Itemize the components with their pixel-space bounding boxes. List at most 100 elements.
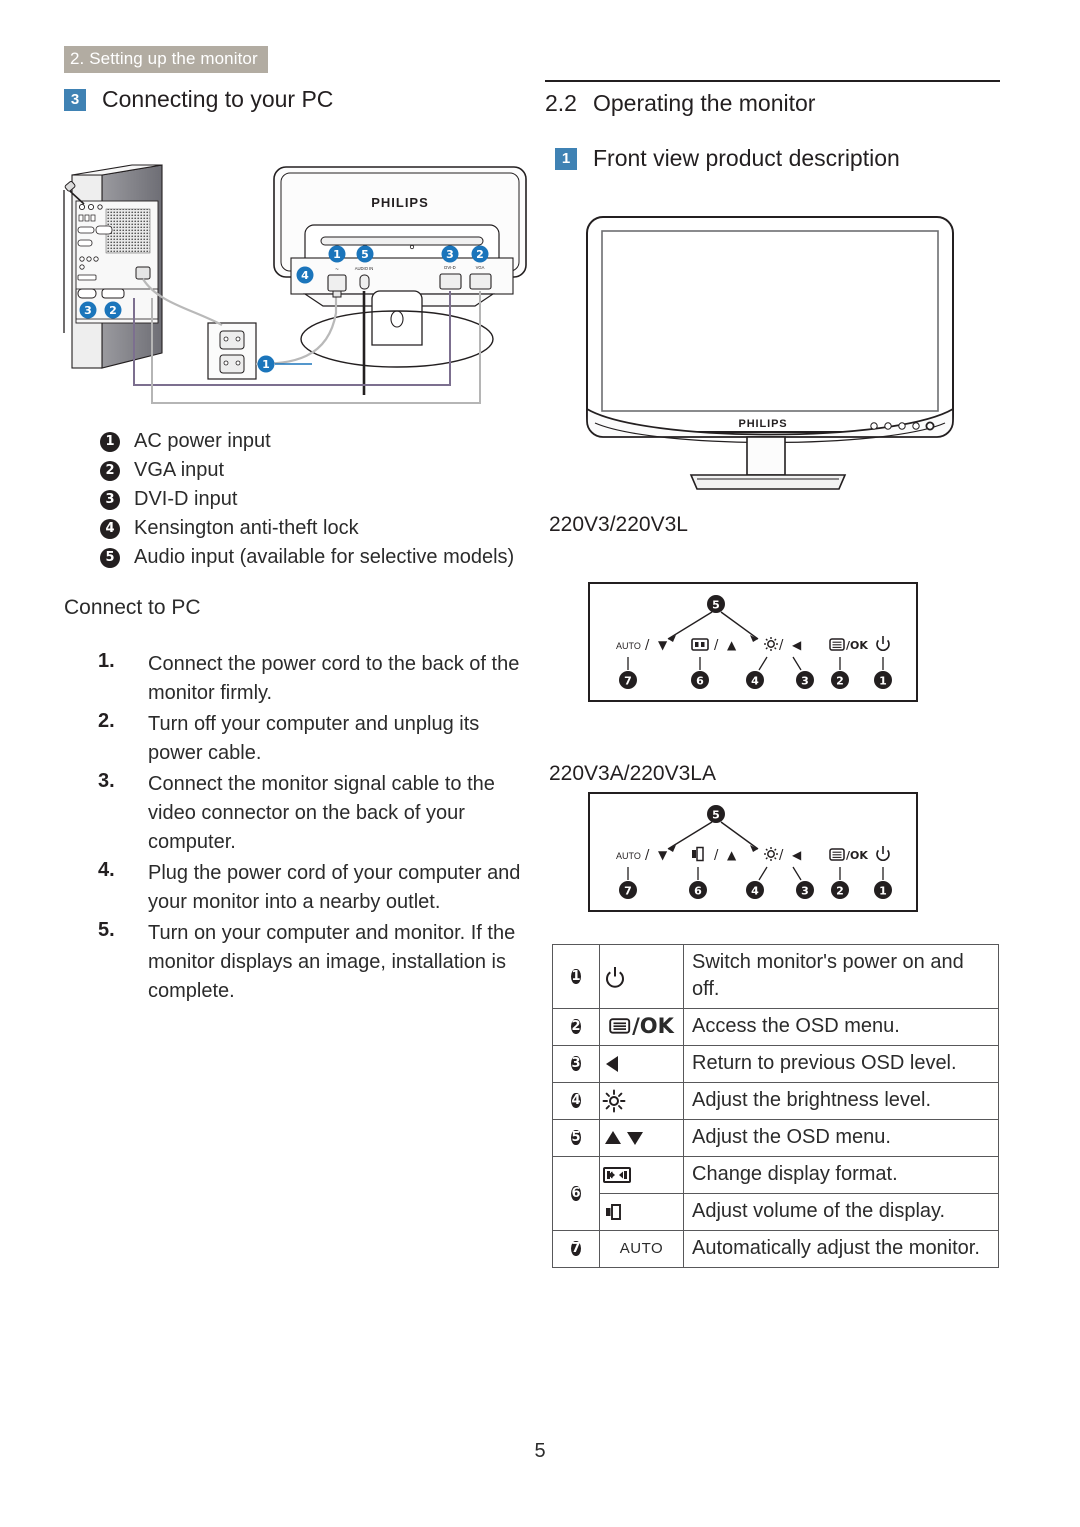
control-panel-diagram-2: 5 AUTO / ▼ / ▲ / ◀ /OK 7 6 4 3 2 1 bbox=[588, 792, 918, 912]
callout-dot: 6 bbox=[571, 1185, 581, 1201]
svg-text:/OK: /OK bbox=[846, 639, 868, 652]
callout-dot: 2 bbox=[571, 1019, 581, 1034]
table-row: 3 Return to previous OSD level. bbox=[552, 1045, 999, 1083]
svg-text:3: 3 bbox=[446, 248, 454, 261]
svg-text:DVI-D: DVI-D bbox=[444, 265, 455, 270]
svg-text:5: 5 bbox=[712, 809, 720, 822]
osd-menu-icon bbox=[609, 1018, 631, 1034]
svg-text:▲: ▲ bbox=[727, 638, 737, 652]
volume-icon bbox=[606, 1204, 621, 1220]
row-icon-cell: /OK bbox=[599, 1008, 684, 1046]
callout-dot-2: 2 bbox=[100, 460, 120, 481]
subsection-badge-1: 1 bbox=[555, 147, 577, 170]
svg-text:/: / bbox=[714, 638, 719, 653]
wall-outlet-illustration bbox=[207, 322, 257, 380]
svg-text:5: 5 bbox=[712, 599, 720, 612]
port-label: VGA input bbox=[134, 459, 225, 481]
list-item: 1. Connect the power cord to the back of… bbox=[98, 650, 538, 708]
port-legend-list: 1 AC power input 2 VGA input 3 DVI-D inp… bbox=[100, 427, 540, 572]
row-desc-cell: Return to previous OSD level. bbox=[683, 1045, 999, 1083]
svg-text:~: ~ bbox=[335, 267, 339, 273]
row-icon-cell bbox=[599, 1156, 684, 1194]
row-icon-cell bbox=[599, 1045, 684, 1083]
power-icon bbox=[606, 966, 624, 988]
list-item: 5 Audio input (available for selective m… bbox=[100, 543, 540, 572]
table-row: 1 Switch monitor's power on and off. bbox=[552, 944, 999, 1009]
monitor-back-illustration: PHILIPS ~ AUDIO IN DVI-D VGA bbox=[273, 166, 527, 368]
step-text: Plug the power cord of your computer and… bbox=[148, 862, 521, 913]
svg-text:AUTO: AUTO bbox=[616, 641, 641, 651]
page-number: 5 bbox=[534, 1440, 546, 1462]
svg-text:4: 4 bbox=[301, 269, 309, 282]
svg-text:AUTO: AUTO bbox=[616, 851, 641, 861]
svg-text:7: 7 bbox=[624, 675, 632, 688]
svg-text:4: 4 bbox=[751, 675, 759, 688]
callout-dot: 5 bbox=[571, 1130, 581, 1145]
brightness-icon bbox=[602, 1089, 626, 1113]
port-label: DVI-D input bbox=[134, 488, 238, 510]
row-number-cell: 1 bbox=[552, 944, 600, 1009]
table-row: Adjust volume of the display. bbox=[553, 1193, 999, 1231]
row-desc-cell: Change display format. bbox=[683, 1156, 999, 1194]
connecting-to-pc-heading: 3 Connecting to your PC bbox=[64, 86, 333, 113]
row-number-cell: 3 bbox=[552, 1045, 600, 1083]
svg-text:7: 7 bbox=[624, 885, 632, 898]
control-panel-diagram-1: 5 AUTO / ▼ / ▲ / ◀ /OK 7 6 4 3 2 1 bbox=[588, 582, 918, 702]
list-item: 5. Turn on your computer and monitor. If… bbox=[98, 919, 538, 1006]
step-text: Connect the power cord to the back of th… bbox=[148, 653, 520, 704]
list-item: 3. Connect the monitor signal cable to t… bbox=[98, 770, 538, 857]
port-label: Kensington anti-theft lock bbox=[134, 517, 359, 539]
svg-text:3: 3 bbox=[84, 304, 92, 317]
svg-text:2: 2 bbox=[109, 304, 117, 317]
svg-text:1: 1 bbox=[879, 885, 887, 898]
table-row: 7 AUTO Automatically adjust the monitor. bbox=[552, 1230, 999, 1268]
left-arrow-icon bbox=[606, 1056, 618, 1072]
row-desc-cell: Automatically adjust the monitor. bbox=[683, 1230, 999, 1268]
svg-text:/OK: /OK bbox=[846, 849, 868, 862]
row-icon-cell: AUTO bbox=[599, 1230, 684, 1268]
display-format-icon bbox=[603, 1167, 631, 1183]
list-item: 2. Turn off your computer and unplug its… bbox=[98, 710, 538, 768]
callout-dot: 3 bbox=[571, 1056, 581, 1071]
svg-text:▼: ▼ bbox=[658, 638, 668, 652]
row-number-cell: 2 bbox=[552, 1008, 600, 1046]
svg-text:◀: ◀ bbox=[792, 848, 802, 862]
row-icon-cell bbox=[599, 1119, 684, 1157]
connect-steps-list: 1. Connect the power cord to the back of… bbox=[98, 650, 538, 1008]
row-icon-cell bbox=[599, 944, 684, 1009]
svg-text:PHILIPS: PHILIPS bbox=[738, 418, 787, 430]
svg-text:PHILIPS: PHILIPS bbox=[371, 195, 429, 210]
svg-text:/: / bbox=[714, 848, 719, 863]
section-badge-3: 3 bbox=[64, 88, 86, 111]
subsection-title: Front view product description bbox=[593, 145, 900, 171]
list-item: 4. Plug the power cord of your computer … bbox=[98, 859, 538, 917]
row-number-cell: 6 bbox=[552, 1156, 600, 1231]
step-number: 2. bbox=[98, 710, 115, 732]
table-row: 4 Adjust the brightness level. bbox=[552, 1082, 999, 1120]
front-view-monitor-illustration: PHILIPS bbox=[565, 195, 975, 495]
row-number-cell: 7 bbox=[552, 1230, 600, 1268]
row-desc-cell: Switch monitor's power on and off. bbox=[683, 944, 999, 1009]
row-desc-cell: Adjust the brightness level. bbox=[683, 1082, 999, 1120]
svg-text:1: 1 bbox=[879, 675, 887, 688]
svg-text:/: / bbox=[645, 848, 650, 863]
svg-text:6: 6 bbox=[696, 675, 704, 688]
callout-dot-5: 5 bbox=[100, 547, 120, 568]
ok-label: /OK bbox=[632, 1014, 674, 1038]
step-number: 1. bbox=[98, 650, 115, 672]
svg-text:2: 2 bbox=[836, 885, 844, 898]
svg-text:1: 1 bbox=[333, 248, 341, 261]
svg-text:3: 3 bbox=[801, 885, 809, 898]
button-function-table: 1 Switch monitor's power on and off. 2 /… bbox=[552, 944, 999, 1268]
row-desc-cell: Access the OSD menu. bbox=[683, 1008, 999, 1046]
svg-text:1: 1 bbox=[262, 358, 270, 371]
manual-page: 2. Setting up the monitor 3 Connecting t… bbox=[0, 0, 1080, 1527]
section-divider-rule bbox=[545, 80, 1000, 82]
list-item: 2 VGA input bbox=[100, 456, 540, 485]
svg-text:◀: ◀ bbox=[792, 638, 802, 652]
port-label: AC power input bbox=[134, 430, 271, 452]
callout-dot: 7 bbox=[571, 1241, 581, 1256]
table-row: 6 Change display format. bbox=[552, 1156, 999, 1231]
row-number-cell: 4 bbox=[552, 1082, 600, 1120]
step-text: Turn off your computer and unplug its po… bbox=[148, 713, 480, 764]
